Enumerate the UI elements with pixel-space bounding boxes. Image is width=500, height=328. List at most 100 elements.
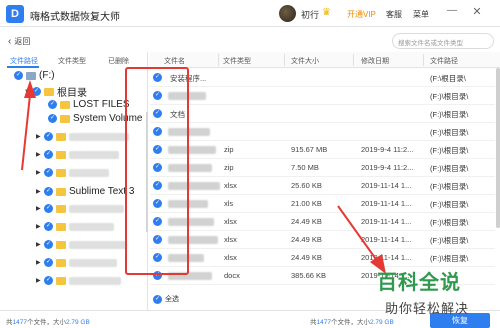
check-icon[interactable]: ✓ bbox=[44, 187, 53, 196]
select-all-label: 全选 bbox=[165, 296, 179, 303]
check-icon[interactable]: ✓ bbox=[44, 132, 53, 142]
column-divider[interactable] bbox=[218, 54, 219, 66]
tree-node[interactable]: ▶ ✓ bbox=[36, 168, 109, 181]
watermark: 百科全说 助你轻松解决 bbox=[373, 264, 500, 328]
folder-icon bbox=[56, 168, 66, 177]
tree-node[interactable]: ▶ ✓ bbox=[36, 240, 127, 253]
table-row[interactable]: ✓ 安装程序... (F:\根目录\ bbox=[150, 69, 495, 87]
expand-arrow-icon[interactable]: ▶ bbox=[36, 259, 44, 266]
app-logo-icon: D bbox=[6, 5, 24, 23]
cell-path: (F:)\根目录\ bbox=[430, 254, 469, 263]
cell-type: zip bbox=[224, 163, 234, 172]
cell-size: 915.67 MB bbox=[291, 145, 328, 154]
expand-arrow-icon[interactable]: ▶ bbox=[36, 277, 44, 284]
back-arrow-icon: ‹ bbox=[8, 36, 12, 47]
search-input[interactable]: 搜索文件名或文件类型 bbox=[392, 33, 494, 49]
check-icon[interactable]: ✓ bbox=[44, 258, 53, 268]
column-header-modified[interactable]: 修改日期 bbox=[361, 56, 389, 66]
column-header-size[interactable]: 文件大小 bbox=[291, 56, 319, 66]
cell-size: 24.49 KB bbox=[291, 253, 322, 262]
folder-icon bbox=[60, 100, 70, 109]
column-divider[interactable] bbox=[284, 54, 285, 66]
status-mid: 个文件，大小 bbox=[26, 319, 66, 326]
table-row[interactable]: ✓ zip 915.67 MB 2019-9-4 11:2... (F:)\根目录\ bbox=[150, 141, 495, 159]
check-icon[interactable]: ✓ bbox=[48, 100, 57, 109]
menu-button[interactable]: 菜单 bbox=[413, 9, 429, 20]
column-header-path[interactable]: 文件路径 bbox=[430, 56, 458, 66]
folder-icon bbox=[56, 222, 66, 231]
close-icon[interactable]: ✕ bbox=[470, 5, 484, 21]
select-all[interactable]: ✓ 全选 bbox=[153, 294, 179, 304]
tree-node[interactable]: ▶ ✓ bbox=[36, 222, 114, 235]
column-divider[interactable] bbox=[353, 54, 354, 66]
cell-type: xls bbox=[224, 199, 234, 208]
blurred-label bbox=[69, 258, 117, 267]
cell-size: 24.49 KB bbox=[291, 217, 322, 226]
tab-deleted[interactable]: 已删除 bbox=[108, 56, 129, 66]
file-list-scrollbar[interactable] bbox=[496, 68, 500, 228]
table-row[interactable]: ✓ (F:)\根目录\ bbox=[150, 87, 495, 105]
cell-type: xlsx bbox=[224, 253, 237, 262]
expand-arrow-icon[interactable]: ▶ bbox=[36, 188, 44, 195]
avatar[interactable] bbox=[279, 5, 296, 22]
cell-size: 21.00 KB bbox=[291, 199, 322, 208]
blurred-label bbox=[69, 240, 127, 249]
table-row[interactable]: ✓ xls 21.00 KB 2019-11-14 1... (F:)\根目录\ bbox=[150, 195, 495, 213]
watermark-title: 百科全说 bbox=[377, 272, 461, 294]
username[interactable]: 初行 bbox=[301, 8, 319, 21]
table-row[interactable]: ✓ zip 7.50 MB 2019-9-4 11:2... (F:)\根目录\ bbox=[150, 159, 495, 177]
folder-icon bbox=[56, 187, 66, 196]
table-row[interactable]: ✓ (F:)\根目录\ bbox=[150, 123, 495, 141]
table-row[interactable]: ✓ xlsx 24.49 KB 2019-11-14 1... (F:)\根目录\ bbox=[150, 231, 495, 249]
expand-arrow-icon[interactable]: ▶ bbox=[36, 205, 44, 212]
cell-path: (F:)\根目录\ bbox=[430, 200, 469, 209]
tree-node-sublime[interactable]: ▶ ✓ Sublime Text 3 bbox=[36, 186, 134, 199]
tree-node-lost-files[interactable]: ✓ LOST FILES bbox=[48, 99, 130, 112]
blurred-label bbox=[69, 204, 124, 213]
select-all-check-icon[interactable]: ✓ bbox=[153, 294, 162, 304]
left-status: 共1477个文件，大小2.79 GB bbox=[6, 316, 90, 326]
column-header-name[interactable]: 文件名 bbox=[164, 56, 185, 66]
cell-type: docx bbox=[224, 271, 240, 280]
folder-icon bbox=[56, 240, 66, 249]
file-count: 1477 bbox=[12, 319, 27, 326]
check-icon[interactable]: ✓ bbox=[44, 222, 53, 232]
cell-path: (F:)\根目录\ bbox=[430, 128, 469, 137]
check-icon[interactable]: ✓ bbox=[44, 276, 53, 286]
tree-node[interactable]: ▶ ✓ bbox=[36, 132, 129, 145]
cell-type: xlsx bbox=[224, 181, 237, 190]
column-header-type[interactable]: 文件类型 bbox=[223, 56, 251, 66]
status-mid: 个文件，大小 bbox=[330, 319, 370, 326]
check-icon[interactable]: ✓ bbox=[48, 114, 57, 123]
tree-node[interactable]: ▶ ✓ bbox=[36, 276, 121, 289]
folder-icon bbox=[56, 276, 66, 285]
table-row[interactable]: ✓ xlsx 24.49 KB 2019-11-14 1... (F:)\根目录\ bbox=[150, 213, 495, 231]
tree-label: 根目录 bbox=[57, 88, 87, 99]
tree-node[interactable]: ▶ ✓ bbox=[36, 150, 119, 163]
table-row[interactable]: ✓ 文档 (F:)\根目录\ bbox=[150, 105, 495, 123]
service-button[interactable]: 客服 bbox=[386, 9, 402, 20]
cell-date: 2019-9-4 11:2... bbox=[361, 145, 414, 154]
check-icon[interactable]: ✓ bbox=[44, 168, 53, 178]
expand-arrow-icon[interactable]: ▶ bbox=[36, 223, 44, 230]
blurred-label bbox=[69, 168, 109, 177]
folder-icon bbox=[56, 204, 66, 213]
tree-node[interactable]: ▶ ✓ bbox=[36, 204, 124, 217]
vip-link[interactable]: 开通VIP bbox=[347, 9, 376, 20]
column-divider[interactable] bbox=[423, 54, 424, 66]
back-button[interactable]: ‹ 返回 bbox=[8, 36, 30, 47]
cell-date: 2019-9-4 11:2... bbox=[361, 163, 414, 172]
check-icon[interactable]: ✓ bbox=[44, 240, 53, 250]
cell-type: xlsx bbox=[224, 217, 237, 226]
table-row[interactable]: ✓ xlsx 25.60 KB 2019-11-14 1... (F:)\根目录\ bbox=[150, 177, 495, 195]
cell-size: 7.50 MB bbox=[291, 163, 319, 172]
tree-node[interactable]: ▶ ✓ bbox=[36, 258, 117, 271]
check-icon[interactable]: ✓ bbox=[44, 150, 53, 160]
blurred-label bbox=[69, 150, 119, 159]
expand-arrow-icon[interactable]: ▶ bbox=[36, 241, 44, 248]
check-icon[interactable]: ✓ bbox=[44, 204, 53, 214]
cell-type: xlsx bbox=[224, 235, 237, 244]
back-label: 返回 bbox=[14, 37, 31, 46]
tab-file-type[interactable]: 文件类型 bbox=[58, 56, 86, 66]
minimize-icon[interactable]: — bbox=[445, 5, 459, 21]
